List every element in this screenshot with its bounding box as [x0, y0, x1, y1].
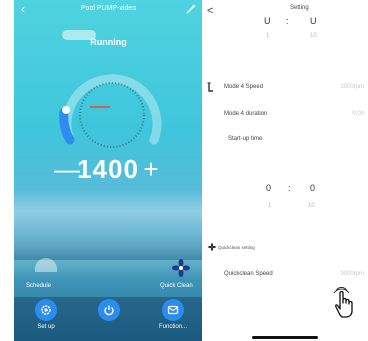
function-label: Function... — [158, 324, 187, 330]
hour-value: U — [264, 16, 271, 26]
minute-value: 0 — [310, 183, 316, 193]
gear-icon — [41, 305, 51, 315]
back-button[interactable]: < — [207, 5, 213, 17]
hour-next: 1 — [266, 33, 270, 39]
header: ‹ Pool PUMP-video — [14, 0, 203, 20]
fan-icon — [208, 243, 216, 251]
hand-pointer-icon — [333, 287, 353, 318]
minute-next: 10 — [310, 33, 317, 39]
setup-label: Set up — [37, 324, 55, 330]
startup-time-label: Start-up time — [228, 136, 263, 142]
timer-icon — [207, 82, 213, 92]
increase-button[interactable]: + — [140, 152, 162, 186]
time-picker-bottom[interactable]: 0 : 0 — [266, 183, 326, 195]
quickclean-setting-label: Quickclean setting — [218, 245, 255, 250]
function-icon — [167, 305, 179, 315]
mode4-duration-label: Mode 4 duration — [224, 111, 268, 117]
setup-button[interactable] — [35, 299, 57, 321]
settings-screen: < Setting U : U 1 10 Mode 4 Speed 1000rp… — [202, 0, 368, 341]
function-button[interactable] — [162, 299, 184, 321]
mode4-duration-value: 0:00 — [352, 111, 364, 117]
status-text: Running — [90, 37, 127, 47]
mode4-speed-label: Mode 4 Speed — [224, 84, 264, 90]
time-separator: : — [286, 16, 289, 26]
page-title: Pool PUMP-video — [80, 5, 137, 12]
speed-value: 1400 — [77, 154, 139, 184]
edit-icon[interactable] — [185, 3, 197, 15]
quickclean-speed-value: 3000rpm — [340, 271, 364, 277]
schedule-button[interactable] — [35, 258, 57, 272]
quick-clean-label: Quick Clean — [160, 283, 193, 289]
speed-control: — 1400 + — [14, 152, 203, 186]
power-button[interactable] — [98, 299, 120, 321]
page-title: Setting — [290, 5, 309, 11]
gauge-knob — [62, 106, 70, 114]
power-icon — [104, 305, 114, 316]
hour-value: 0 — [266, 183, 272, 193]
minute-value: U — [310, 16, 317, 26]
home-indicator — [252, 336, 318, 339]
minute-next: 10 — [308, 203, 315, 209]
mode4-speed-value: 1000rpm — [340, 84, 364, 90]
pump-screen: ‹ Pool PUMP-video Running — 1400 + Sched… — [14, 0, 203, 341]
time-separator: : — [288, 183, 291, 193]
sea-background — [14, 190, 203, 260]
speed-gauge[interactable] — [52, 60, 172, 160]
time-picker-top[interactable]: U : U — [262, 16, 322, 28]
hour-next: 1 — [268, 203, 272, 209]
quickclean-speed-label: Quickclean Speed — [224, 271, 273, 277]
schedule-label: Schedule — [26, 283, 52, 289]
fan-icon[interactable] — [171, 258, 191, 278]
decrease-button[interactable]: — — [54, 152, 80, 186]
